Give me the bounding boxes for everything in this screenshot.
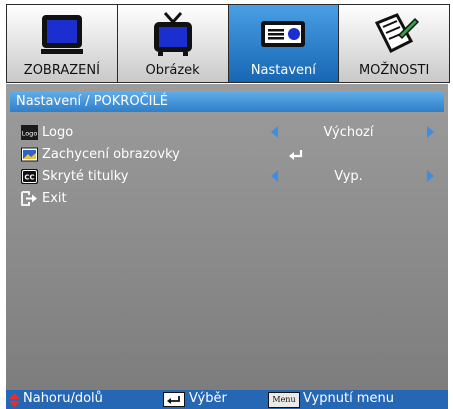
exit-icon: [21, 191, 37, 206]
menu-row-label: Exit: [42, 191, 67, 206]
menu-row-logo[interactable]: Logo Logo Výchozí: [6, 122, 448, 144]
tab-nastaveni[interactable]: Nastavení: [228, 5, 340, 82]
tab-label: ZOBRAZENÍ: [23, 63, 100, 78]
cc-icon-text: CC: [24, 174, 34, 182]
tab-obrazek[interactable]: Obrázek: [117, 5, 229, 82]
tab-label: Obrázek: [145, 63, 200, 78]
tv-icon: [153, 12, 192, 56]
enter-icon[interactable]: [288, 149, 304, 161]
logo-icon: Logo: [21, 125, 38, 140]
tab-label: MOŽNOSTI: [358, 63, 430, 78]
tab-zobrazeni[interactable]: ZOBRAZENÍ: [7, 5, 118, 82]
osd-menu: ZOBRAZENÍ Obrázek Nastavení MOŽNOSTI Nas…: [0, 0, 453, 409]
tab-moznosti[interactable]: MOŽNOSTI: [339, 5, 449, 82]
menu-row-label: Skryté titulky: [42, 169, 129, 184]
arrow-left-icon[interactable]: [271, 126, 278, 138]
menu-key-icon: Menu: [268, 392, 300, 408]
status-bar: Nahoru/dolů Výběr Menu Vypnutí menu: [6, 390, 448, 409]
menu-row-closed-captions[interactable]: CC Skryté titulky Vyp.: [6, 166, 448, 188]
settings-panel: Nastavení / POKROČILÉ Logo Logo Výchozí …: [6, 84, 448, 390]
status-select-label: Výběr: [189, 391, 227, 406]
menu-row-label: Zachycení obrazovky: [42, 147, 180, 162]
tab-label: Nastavení: [250, 63, 316, 78]
status-menu-label: Vypnutí menu: [303, 391, 394, 406]
up-down-arrow-icon: [9, 393, 20, 407]
closed-captions-icon: CC: [21, 169, 38, 184]
screen-capture-icon: [21, 147, 38, 162]
breadcrumb: Nastavení / POKROČILÉ: [10, 91, 444, 112]
menu-row-screen-capture[interactable]: Zachycení obrazovky: [6, 144, 448, 166]
logo-icon-text: Logo: [22, 130, 38, 138]
display-icon: [40, 15, 83, 54]
menu-row-value: Vyp.: [334, 169, 363, 184]
projector-icon: [261, 21, 306, 47]
tab-bar: ZOBRAZENÍ Obrázek Nastavení MOŽNOSTI: [6, 4, 450, 83]
arrow-left-icon[interactable]: [271, 170, 278, 182]
notepad-icon: [375, 13, 420, 54]
status-nav-label: Nahoru/dolů: [23, 391, 103, 406]
menu-row-label: Logo: [42, 125, 74, 140]
arrow-right-icon[interactable]: [427, 170, 434, 182]
menu-row-value: Výchozí: [323, 125, 374, 140]
enter-key-icon: [163, 392, 185, 407]
arrow-right-icon[interactable]: [427, 126, 434, 138]
menu-row-exit[interactable]: Exit: [6, 188, 448, 210]
